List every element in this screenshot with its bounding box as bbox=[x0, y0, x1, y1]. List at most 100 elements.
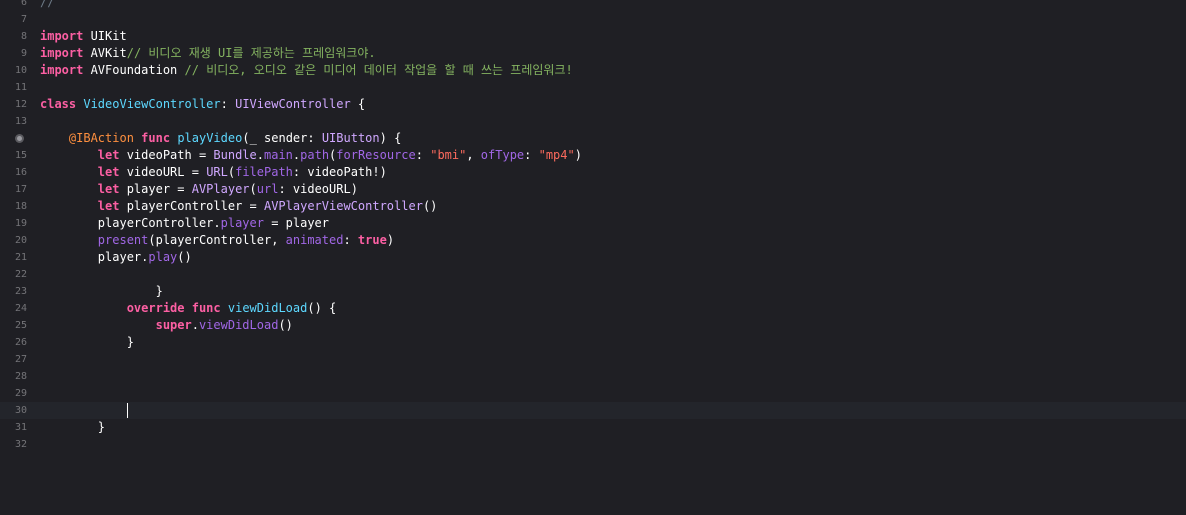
code-token: forResource bbox=[336, 148, 416, 162]
code-token: AVPlayerViewController bbox=[263, 199, 423, 213]
code-token: path bbox=[300, 148, 330, 162]
code-token: (playerController, bbox=[148, 233, 286, 247]
code-line[interactable]: 8 import UIKit bbox=[0, 28, 1186, 45]
code-token: Bundle bbox=[213, 148, 257, 162]
code-token: "mp4" bbox=[538, 148, 575, 162]
code-line[interactable]: 27 bbox=[0, 351, 1186, 368]
line-number: 31 bbox=[14, 422, 27, 433]
code-editor[interactable]: 6 // 7 8 import UIKit 9 import AVKit// 비디오 재생 … bbox=[0, 0, 1186, 515]
code-token: true bbox=[357, 233, 387, 247]
code-line[interactable]: 10 import AVFoundation // 비디오, 오디오 같은 미디어… bbox=[0, 62, 1186, 79]
code-token: { bbox=[350, 97, 366, 111]
code-text: } bbox=[40, 419, 105, 436]
code-line[interactable]: 19 playerController.player = player bbox=[0, 215, 1186, 232]
line-number: 10 bbox=[14, 65, 27, 76]
text-cursor bbox=[126, 403, 128, 418]
line-number: 11 bbox=[14, 82, 27, 93]
code-line[interactable]: 14 @IBAction func playVideo(_ sender: UI… bbox=[0, 130, 1186, 147]
code-token: () bbox=[177, 250, 192, 264]
code-line[interactable]: 21 player.play() bbox=[0, 249, 1186, 266]
code-token: : bbox=[524, 148, 539, 162]
line-number: 24 bbox=[14, 303, 27, 314]
code-token: URL bbox=[206, 165, 228, 179]
code-text bbox=[40, 402, 128, 419]
line-number: 22 bbox=[14, 269, 27, 280]
code-line[interactable]: 11 bbox=[0, 79, 1186, 96]
code-token: // bbox=[40, 0, 55, 9]
code-line[interactable]: 16 let videoURL = URL(filePath: videoPat… bbox=[0, 164, 1186, 181]
code-token: play bbox=[148, 250, 178, 264]
code-text: } bbox=[40, 283, 163, 300]
code-token: UIKit bbox=[83, 29, 127, 43]
line-number: 23 bbox=[14, 286, 27, 297]
code-token: ) bbox=[574, 148, 582, 162]
code-token: url bbox=[256, 182, 279, 196]
code-text: let playerController = AVPlayerViewContr… bbox=[40, 198, 438, 215]
code-token: AVKit bbox=[83, 46, 127, 60]
code-token: let bbox=[97, 199, 120, 213]
code-line[interactable]: 20 present(playerController, animated: t… bbox=[0, 232, 1186, 249]
line-number: 8 bbox=[20, 31, 27, 42]
code-token: filePath bbox=[235, 165, 293, 179]
code-line[interactable]: 6 // bbox=[0, 0, 1186, 11]
code-text: import AVKit// 비디오 재생 UI를 제공하는 프레임워크야. bbox=[40, 45, 376, 62]
code-token: override bbox=[126, 301, 185, 315]
code-token: videoPath = bbox=[119, 148, 214, 162]
line-number: 6 bbox=[20, 0, 27, 8]
code-line[interactable]: 32 bbox=[0, 436, 1186, 453]
code-token: AVFoundation bbox=[83, 63, 185, 77]
code-line[interactable]: 9 import AVKit// 비디오 재생 UI를 제공하는 프레임워크야. bbox=[0, 45, 1186, 62]
code-token: AVPlayer bbox=[191, 182, 250, 196]
code-token: . bbox=[191, 318, 199, 332]
code-token: ) { bbox=[379, 131, 402, 145]
line-number: 17 bbox=[14, 184, 27, 195]
code-token: : bbox=[343, 233, 358, 247]
code-token: = player bbox=[263, 216, 330, 230]
code-line[interactable]: 30 bbox=[0, 402, 1186, 419]
code-token: import bbox=[40, 46, 84, 60]
code-line[interactable]: 24 override func viewDidLoad() { bbox=[0, 300, 1186, 317]
line-number: 26 bbox=[14, 337, 27, 348]
code-line[interactable]: 15 let videoPath = Bundle.main.path(forR… bbox=[0, 147, 1186, 164]
code-line[interactable]: 22 bbox=[0, 266, 1186, 283]
code-line[interactable]: 23 } bbox=[0, 283, 1186, 300]
code-token: UIButton bbox=[321, 131, 380, 145]
line-number: 16 bbox=[14, 167, 27, 178]
line-number: 18 bbox=[14, 201, 27, 212]
line-number: 12 bbox=[14, 99, 27, 110]
code-token: viewDidLoad bbox=[198, 318, 279, 332]
code-token: import bbox=[40, 63, 84, 77]
code-line[interactable]: 12 class VideoViewController: UIViewContr… bbox=[0, 96, 1186, 113]
code-line[interactable]: 18 let playerController = AVPlayerViewCo… bbox=[0, 198, 1186, 215]
code-token: } bbox=[40, 335, 134, 349]
code-text: // bbox=[40, 0, 54, 11]
code-line[interactable]: 29 bbox=[0, 385, 1186, 402]
code-token: videoURL = bbox=[119, 165, 207, 179]
code-line[interactable]: 7 bbox=[0, 11, 1186, 28]
code-line[interactable]: 31 } bbox=[0, 419, 1186, 436]
code-token: ) bbox=[386, 233, 395, 247]
code-token: // 비디오 재생 UI를 제공하는 프레임워크야. bbox=[126, 46, 376, 60]
line-number: 29 bbox=[14, 388, 27, 399]
code-token: () { bbox=[307, 301, 337, 315]
code-line[interactable]: 17 let player = AVPlayer(url: videoURL) bbox=[0, 181, 1186, 198]
code-line[interactable]: 13 bbox=[0, 113, 1186, 130]
code-line[interactable]: 26 } bbox=[0, 334, 1186, 351]
code-line[interactable]: 25 super.viewDidLoad() bbox=[0, 317, 1186, 334]
code-token: let bbox=[97, 148, 120, 162]
code-text: let player = AVPlayer(url: videoURL) bbox=[40, 181, 358, 198]
code-token: func bbox=[141, 131, 171, 145]
code-token: @IBAction bbox=[68, 131, 134, 145]
ibaction-connection-icon[interactable] bbox=[15, 134, 24, 143]
code-token: } bbox=[40, 420, 106, 434]
code-line[interactable]: 28 bbox=[0, 368, 1186, 385]
code-token: class bbox=[40, 97, 77, 111]
code-token: : bbox=[415, 148, 431, 162]
code-text: let videoURL = URL(filePath: videoPath!) bbox=[40, 164, 387, 181]
code-token: import bbox=[40, 29, 84, 43]
code-token: let bbox=[97, 165, 120, 179]
